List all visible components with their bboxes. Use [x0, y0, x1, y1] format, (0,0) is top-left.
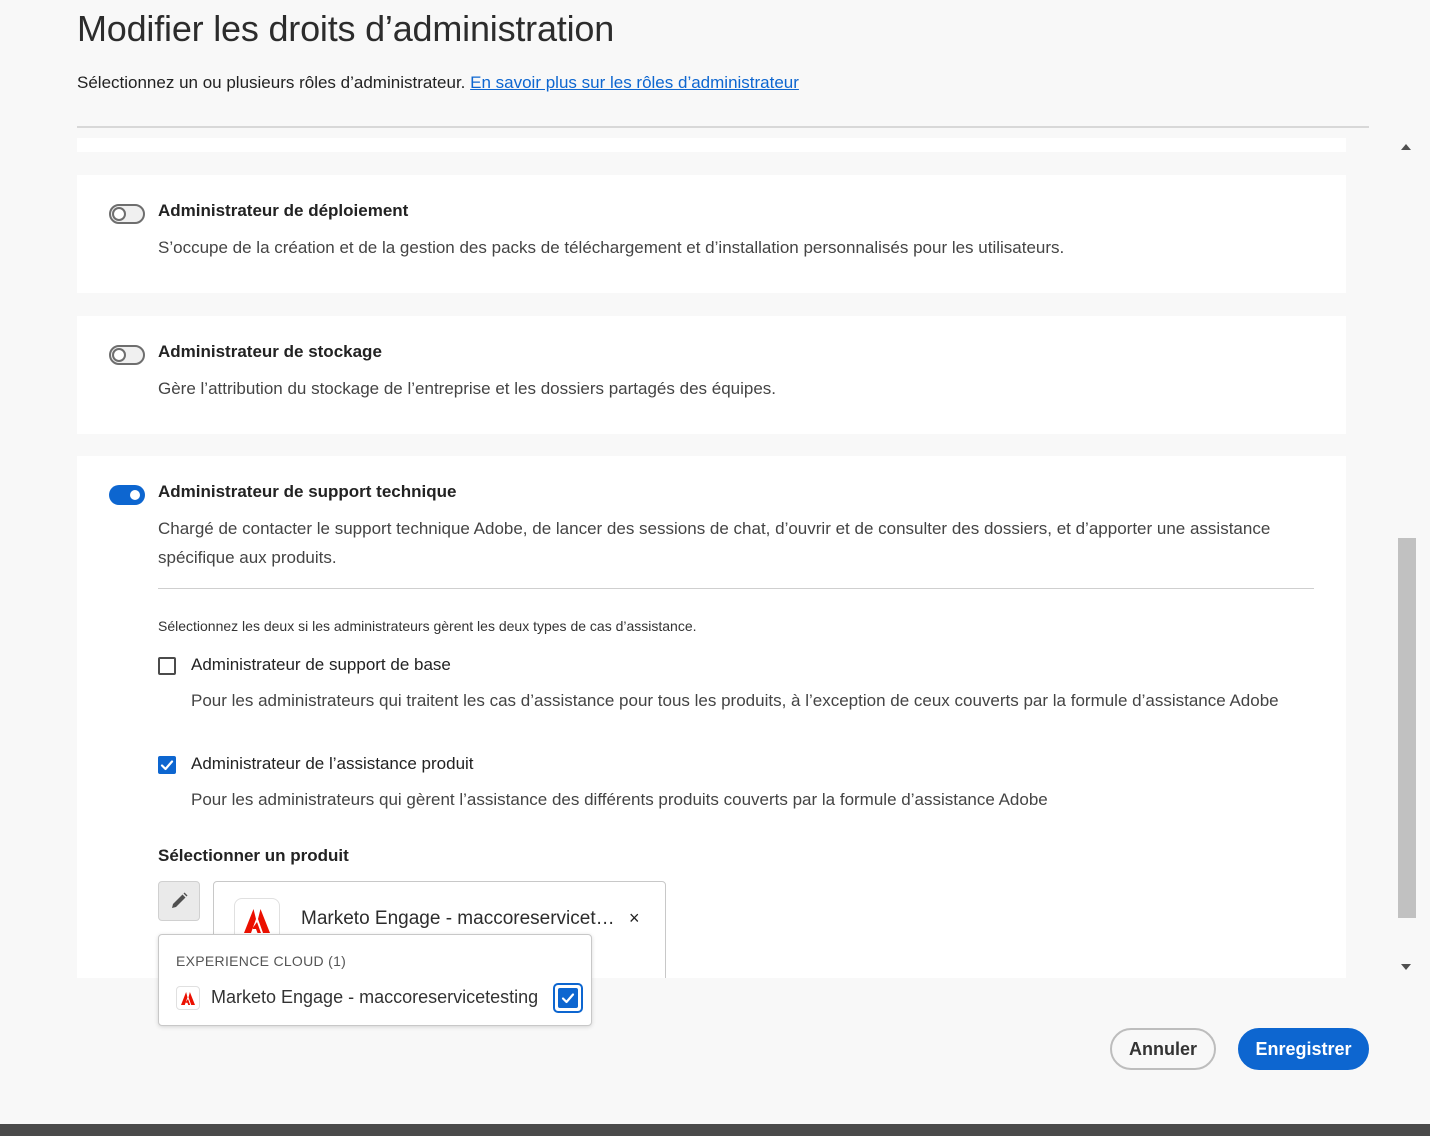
popover-product-checkbox[interactable] — [553, 983, 583, 1013]
adobe-logo-icon — [176, 986, 200, 1010]
scroll-down-arrow-icon[interactable] — [1401, 964, 1411, 970]
basic-support-checkbox[interactable] — [158, 657, 176, 675]
basic-support-label[interactable]: Administrateur de support de base — [191, 655, 451, 675]
select-product-label: Sélectionner un produit — [158, 846, 349, 865]
edit-product-button[interactable] — [158, 881, 200, 921]
learn-more-link[interactable]: En savoir plus sur les rôles d’administr… — [470, 73, 799, 92]
role-card-partial — [77, 138, 1346, 152]
product-support-desc: Pour les administrateurs qui gèrent l’as… — [191, 790, 1048, 809]
save-button[interactable]: Enregistrer — [1238, 1028, 1369, 1070]
dialog-subtitle: Sélectionnez un ou plusieurs rôles d’adm… — [77, 73, 799, 93]
role-desc-support: Chargé de contacter le support technique… — [158, 519, 1271, 567]
scroll-up-arrow-icon[interactable] — [1401, 144, 1411, 150]
role-desc-deployment: S’occupe de la création et de la gestion… — [158, 238, 1065, 257]
edit-admin-rights-dialog: Modifier les droits d’administration Sél… — [0, 0, 1430, 1124]
dialog-title: Modifier les droits d’administration — [77, 8, 615, 49]
close-icon[interactable]: × — [629, 908, 640, 928]
support-hint: Sélectionnez les deux si les administrat… — [158, 618, 697, 634]
support-divider — [158, 588, 1314, 589]
role-title-support: Administrateur de support technique — [158, 482, 457, 501]
selected-product-name: Marketo Engage - maccoreservicetesting — [301, 908, 616, 929]
role-card-support: Administrateur de support technique Char… — [77, 456, 1346, 978]
popover-product-label[interactable]: Marketo Engage - maccoreservicetesting — [211, 987, 538, 1008]
cancel-button[interactable]: Annuler — [1110, 1028, 1216, 1070]
checkmark-icon — [561, 993, 575, 1004]
role-card-deployment: Administrateur de déploiement S’occupe d… — [77, 175, 1346, 293]
roles-scroll-area[interactable]: Administrateur de déploiement S’occupe d… — [77, 138, 1347, 978]
scrollbar[interactable] — [1397, 138, 1417, 978]
role-title-deployment: Administrateur de déploiement — [158, 201, 409, 220]
product-support-checkbox[interactable] — [158, 756, 176, 774]
header-divider — [77, 126, 1369, 128]
popover-product-item[interactable]: Marketo Engage - maccoreservicetesting — [159, 979, 591, 1019]
support-admin-toggle[interactable] — [109, 485, 145, 505]
pencil-icon — [172, 892, 188, 908]
product-support-label[interactable]: Administrateur de l’assistance produit — [191, 754, 474, 774]
scrollbar-thumb[interactable] — [1398, 538, 1416, 918]
subtitle-text: Sélectionnez un ou plusieurs rôles d’adm… — [77, 73, 466, 92]
role-title-storage: Administrateur de stockage — [158, 342, 382, 361]
product-picker-popover: EXPERIENCE CLOUD (1) Marketo Engage - ma… — [158, 934, 592, 1026]
popover-group-heading: EXPERIENCE CLOUD (1) — [176, 953, 347, 969]
role-desc-storage: Gère l’attribution du stockage de l’entr… — [158, 379, 777, 398]
deployment-admin-toggle[interactable] — [109, 204, 145, 224]
checkmark-icon — [160, 760, 174, 771]
storage-admin-toggle[interactable] — [109, 345, 145, 365]
role-card-storage: Administrateur de stockage Gère l’attrib… — [77, 316, 1346, 434]
window-bottom-edge — [0, 1124, 1430, 1136]
basic-support-desc: Pour les administrateurs qui traitent le… — [191, 691, 1279, 710]
